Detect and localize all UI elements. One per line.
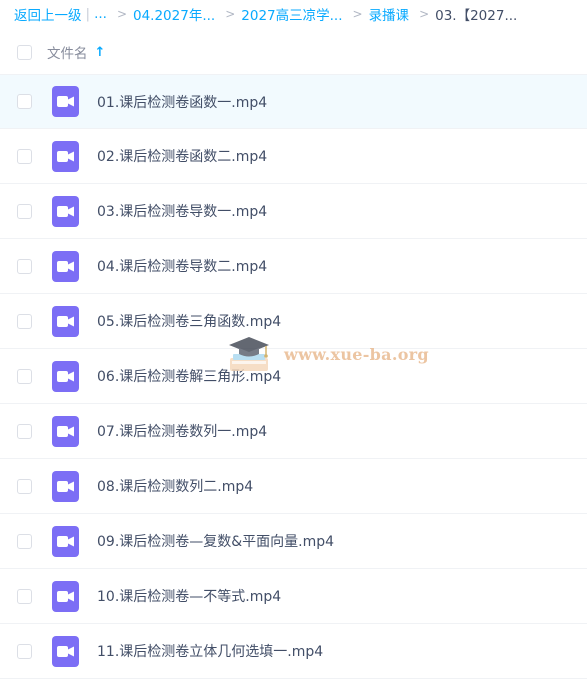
camera-icon — [57, 645, 74, 657]
file-row[interactable]: 07.课后检测卷数列一.mp4 — [0, 404, 587, 459]
camera-icon — [57, 315, 74, 327]
breadcrumb-divider: | — [85, 6, 91, 22]
camera-icon — [57, 370, 74, 382]
breadcrumb-ellipsis[interactable]: ... — [94, 6, 107, 22]
file-name[interactable]: 08.课后检测数列二.mp4 — [97, 476, 253, 496]
video-file-icon — [52, 525, 79, 557]
camera-icon — [57, 535, 74, 547]
file-list-header: 文件名 ↑ — [0, 30, 587, 74]
video-file-icon — [52, 195, 79, 227]
camera-icon — [57, 590, 74, 602]
file-row[interactable]: 02.课后检测卷函数二.mp4 — [0, 129, 587, 184]
breadcrumb-current: 03.【2027... — [435, 8, 518, 24]
arrow-up-icon[interactable]: ↑ — [95, 45, 106, 60]
row-checkbox[interactable] — [17, 94, 32, 109]
camera-icon — [57, 205, 74, 217]
row-checkbox[interactable] — [17, 423, 32, 439]
camera-icon — [57, 96, 74, 107]
chevron-right-icon: > — [225, 7, 236, 21]
row-checkbox[interactable] — [17, 478, 32, 494]
video-file-icon — [52, 470, 79, 502]
file-name[interactable]: 06.课后检测卷解三角形.mp4 — [97, 366, 281, 386]
row-checkbox[interactable] — [17, 588, 32, 604]
video-file-icon — [52, 305, 79, 337]
camera-icon — [57, 480, 74, 492]
file-row[interactable]: 10.课后检测卷—不等式.mp4 — [0, 569, 587, 624]
file-name[interactable]: 10.课后检测卷—不等式.mp4 — [97, 586, 281, 606]
file-row[interactable]: 04.课后检测卷导数二.mp4 — [0, 239, 587, 294]
row-checkbox[interactable] — [17, 313, 32, 329]
row-checkbox[interactable] — [17, 203, 32, 219]
row-checkbox[interactable] — [17, 258, 32, 274]
file-row[interactable]: 08.课后检测数列二.mp4 — [0, 459, 587, 514]
file-row[interactable]: 01.课后检测卷函数一.mp4 — [0, 74, 587, 129]
camera-icon — [57, 150, 74, 162]
chevron-right-icon: > — [352, 7, 363, 21]
chevron-right-icon: > — [419, 7, 430, 21]
video-file-icon — [52, 415, 79, 447]
column-header-filename[interactable]: 文件名 — [47, 42, 88, 62]
row-checkbox[interactable] — [17, 643, 32, 659]
file-name[interactable]: 04.课后检测卷导数二.mp4 — [97, 256, 267, 276]
breadcrumb: 返回上一级 | ... > 04.2027年... > 2027高三凉学... … — [14, 0, 587, 28]
row-checkbox[interactable] — [17, 148, 32, 164]
video-file-icon — [52, 86, 79, 117]
video-file-icon — [52, 635, 79, 667]
video-file-icon — [52, 250, 79, 282]
file-row[interactable]: 06.课后检测卷解三角形.mp4 — [0, 349, 587, 404]
file-row[interactable]: 11.课后检测卷立体几何选填一.mp4 — [0, 624, 587, 679]
select-all-checkbox[interactable] — [17, 44, 32, 60]
video-file-icon — [52, 580, 79, 612]
chevron-right-icon: > — [116, 7, 127, 21]
camera-icon — [57, 260, 74, 272]
row-checkbox[interactable] — [17, 368, 32, 384]
video-file-icon — [52, 140, 79, 172]
file-row[interactable]: 03.课后检测卷导数一.mp4 — [0, 184, 587, 239]
video-file-icon — [52, 360, 79, 392]
row-checkbox[interactable] — [17, 533, 32, 549]
file-row[interactable]: 09.课后检测卷—复数&平面向量.mp4 — [0, 514, 587, 569]
file-name[interactable]: 01.课后检测卷函数一.mp4 — [97, 92, 267, 112]
file-name[interactable]: 07.课后检测卷数列一.mp4 — [97, 421, 267, 441]
back-link[interactable]: 返回上一级 — [14, 4, 82, 24]
file-name[interactable]: 11.课后检测卷立体几何选填一.mp4 — [97, 641, 323, 661]
file-list: 01.课后检测卷函数一.mp4 02.课后检测卷函数二.mp4 03.课后检测卷导数… — [0, 74, 587, 679]
breadcrumb-item-2[interactable]: 录播课 — [369, 4, 410, 24]
file-row[interactable]: 05.课后检测卷三角函数.mp4 — [0, 294, 587, 349]
breadcrumb-item-1[interactable]: 2027高三凉学... — [241, 4, 342, 24]
file-name[interactable]: 02.课后检测卷函数二.mp4 — [97, 146, 267, 166]
breadcrumb-item-0[interactable]: 04.2027年... — [133, 4, 215, 24]
file-name[interactable]: 09.课后检测卷—复数&平面向量.mp4 — [97, 531, 334, 551]
camera-icon — [57, 425, 74, 437]
file-name[interactable]: 03.课后检测卷导数一.mp4 — [97, 201, 267, 221]
file-name[interactable]: 05.课后检测卷三角函数.mp4 — [97, 311, 281, 331]
